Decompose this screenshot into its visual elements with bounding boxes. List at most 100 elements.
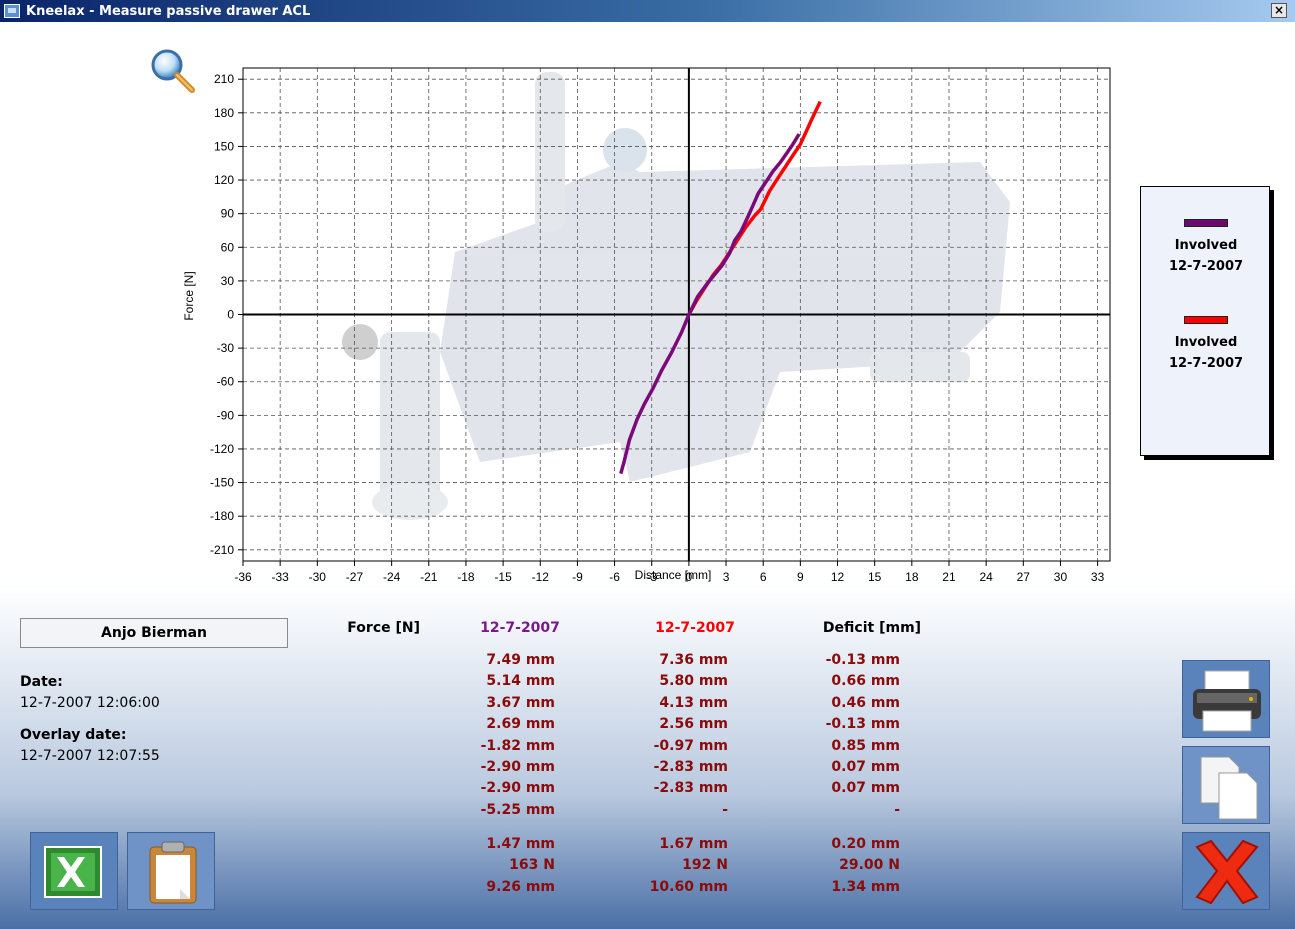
summary-involved-value: 9.26 mm xyxy=(486,878,555,895)
overlay-date-label: Overlay date: xyxy=(20,727,127,743)
x-axis-label: Distance [mm] xyxy=(635,568,712,582)
header-date-involved: 12-7-2007 xyxy=(480,620,560,636)
row-involved-value: -1.82 mm xyxy=(480,737,555,754)
row-deficit-value: -0.13 mm xyxy=(825,716,900,733)
date-value: 12-7-2007 12:06:00 xyxy=(20,695,160,711)
row-overlay-value: -2.83 mm xyxy=(653,759,728,775)
legend-entry-date: 12-7-2007 xyxy=(1168,356,1244,371)
x-tick-label: 3 xyxy=(723,570,730,584)
clipboard-button[interactable] xyxy=(127,832,215,910)
row-deficit-value: -0.13 mm xyxy=(825,652,900,668)
row-overlay-value: -2.83 mm xyxy=(653,780,728,797)
y-tick-label: 120 xyxy=(214,173,234,187)
title-bar: Kneelax - Measure passive drawer ACL × xyxy=(0,0,1295,22)
row-overlay-value: 4.13 mm xyxy=(659,694,728,711)
window-close-button[interactable]: × xyxy=(1271,3,1287,18)
force-distance-chart: -36 -33 -30 -27 -24 -21 -18 -15 -12 -9 -6 -3 0 3 6 9 12 1… xyxy=(182,67,1111,584)
row-involved-value: -5.25 mm xyxy=(480,801,555,818)
printer-icon xyxy=(1193,670,1261,732)
y-tick-label: -30 xyxy=(217,341,235,355)
summary-deficit-value: 0.20 mm xyxy=(831,836,900,852)
x-tick-label: -30 xyxy=(309,570,327,584)
row-deficit-value: - xyxy=(894,801,900,818)
header-deficit: Deficit [mm] xyxy=(822,620,922,636)
zoom-magnifier-icon[interactable] xyxy=(150,48,196,94)
main-window: -36 -33 -30 -27 -24 -21 -18 -15 -12 -9 -6 -3 0 3 6 9 12 1… xyxy=(0,22,1295,929)
window-title: Kneelax - Measure passive drawer ACL xyxy=(26,3,311,19)
row-deficit-value: 0.46 mm xyxy=(831,694,900,711)
row-overlay-value: 7.36 mm xyxy=(659,652,728,668)
legend-swatch-purple xyxy=(1184,219,1228,227)
legend-swatch-red xyxy=(1184,316,1228,324)
row-involved-value: 7.49 mm xyxy=(486,652,555,668)
x-tick-label: -15 xyxy=(494,570,512,584)
summary-deficit-value: 29.00 N xyxy=(839,857,900,874)
header-force: Force [N] xyxy=(347,620,420,636)
row-deficit-value: 0.66 mm xyxy=(831,673,900,690)
x-tick-label: -24 xyxy=(383,570,401,584)
x-tick-label: 33 xyxy=(1091,570,1105,584)
x-tick-label: 27 xyxy=(1017,570,1031,584)
clipboard-icon xyxy=(149,841,197,904)
chart-legend: Involved 12-7-2007 Involved 12-7-2007 xyxy=(1140,186,1270,456)
x-tick-label: -12 xyxy=(532,570,550,584)
legend-entry-involved-1: Involved 12-7-2007 xyxy=(1141,219,1271,277)
y-tick-label: -210 xyxy=(210,543,234,557)
app-window-icon xyxy=(4,4,20,18)
x-tick-label: -9 xyxy=(572,570,583,584)
legend-entry-label: Involved xyxy=(1174,238,1238,253)
copy-button[interactable] xyxy=(1182,746,1270,824)
y-tick-label: -120 xyxy=(210,442,234,456)
x-tick-label: 18 xyxy=(905,570,919,584)
x-tick-label: 12 xyxy=(831,570,845,584)
red-x-icon xyxy=(1195,839,1259,905)
summary-overlay-value: 192 N xyxy=(682,857,728,874)
x-tick-label: -33 xyxy=(271,570,289,584)
row-overlay-value: 5.80 mm xyxy=(659,673,728,690)
y-tick-label: 90 xyxy=(221,207,235,221)
overlay-date-value: 12-7-2007 12:07:55 xyxy=(20,748,160,764)
header-date-overlay: 12-7-2007 xyxy=(655,620,735,636)
x-tick-label: 24 xyxy=(979,570,993,584)
y-tick-label: -150 xyxy=(210,476,234,490)
x-tick-label: 9 xyxy=(797,570,804,584)
export-excel-button[interactable] xyxy=(30,832,118,910)
x-tick-label: -21 xyxy=(420,570,438,584)
x-tick-label: 15 xyxy=(868,570,882,584)
summary-overlay-value: 10.60 mm xyxy=(649,878,728,895)
legend-entry-date: 12-7-2007 xyxy=(1168,259,1244,274)
y-tick-label: 60 xyxy=(221,240,235,254)
y-tick-label: 0 xyxy=(227,308,234,322)
x-tick-label: 30 xyxy=(1054,570,1068,584)
x-tick-label: -6 xyxy=(609,570,620,584)
date-label: Date: xyxy=(20,674,63,690)
x-tick-label: 21 xyxy=(942,570,956,584)
close-dialog-button[interactable] xyxy=(1182,832,1270,910)
y-tick-label: -60 xyxy=(217,375,235,389)
summary-involved-value: 1.47 mm xyxy=(486,836,555,852)
excel-icon xyxy=(44,846,102,898)
summary-involved-value: 163 N xyxy=(509,857,555,874)
x-tick-label: -27 xyxy=(346,570,364,584)
row-overlay-value: -0.97 mm xyxy=(653,737,728,754)
row-overlay-value: 2.56 mm xyxy=(659,716,728,733)
x-tick-label: 6 xyxy=(760,570,767,584)
patient-name-box: Anjo Bierman xyxy=(20,618,288,648)
copy-pages-icon xyxy=(1200,756,1258,820)
print-button[interactable] xyxy=(1182,660,1270,738)
y-tick-label: -180 xyxy=(210,509,234,523)
summary-deficit-value: 1.34 mm xyxy=(831,878,900,895)
y-tick-label: -90 xyxy=(217,408,235,422)
row-overlay-value: - xyxy=(722,801,728,818)
legend-entry-involved-2: Involved 12-7-2007 xyxy=(1141,316,1271,374)
row-involved-value: -2.90 mm xyxy=(480,780,555,797)
row-involved-value: 2.69 mm xyxy=(486,716,555,733)
row-involved-value: -2.90 mm xyxy=(480,759,555,775)
y-axis-label: Force [N] xyxy=(182,271,196,320)
y-tick-label: 180 xyxy=(214,106,234,120)
summary-overlay-value: 1.67 mm xyxy=(659,836,728,852)
y-tick-label: 210 xyxy=(214,72,234,86)
row-deficit-value: 0.07 mm xyxy=(831,759,900,775)
row-involved-value: 3.67 mm xyxy=(486,694,555,711)
y-tick-label: 150 xyxy=(214,139,234,153)
